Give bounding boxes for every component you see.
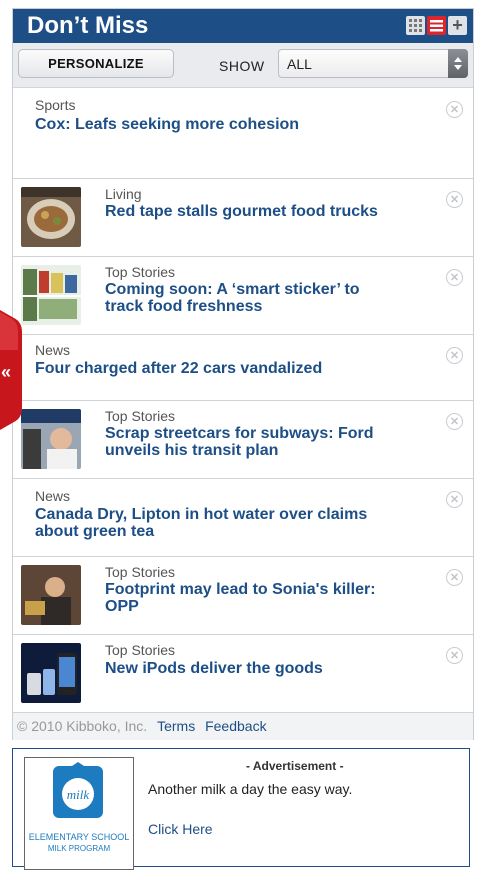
item-headline[interactable]: Red tape stalls gourmet food trucks (105, 203, 378, 220)
item-headline-line1[interactable]: Scrap streetcars for subways: Ford (105, 425, 374, 442)
item-headline-line1[interactable]: Coming soon: A ‘smart sticker’ to (105, 281, 360, 298)
advertisement: milk ELEMENTARY SCHOOL MILK PROGRAM - Ad… (12, 748, 470, 870)
ad-text: Another milk a day the easy way. (148, 781, 353, 797)
terms-link[interactable]: Terms (157, 718, 195, 734)
item-headline-line2[interactable]: about green tea (35, 523, 154, 540)
view-toggle-group: + (406, 16, 467, 35)
item-category: Top Stories (105, 642, 176, 658)
close-icon[interactable]: ✕ (446, 647, 463, 664)
list-item[interactable]: Top Stories New iPods deliver the goods … (13, 635, 473, 713)
item-category: Top Stories (105, 564, 176, 580)
item-headline[interactable]: Cox: Leafs seeking more cohesion (35, 116, 299, 133)
collapse-side-tab[interactable]: « (0, 310, 24, 430)
close-icon[interactable]: ✕ (446, 347, 463, 364)
item-category: Top Stories (105, 408, 176, 424)
svg-text:ELEMENTARY SCHOOL: ELEMENTARY SCHOOL (29, 832, 130, 842)
list-item[interactable]: Top Stories Coming soon: A ‘smart sticke… (13, 257, 473, 335)
item-headline[interactable]: New iPods deliver the goods (105, 660, 323, 677)
dont-miss-widget: Don’t Miss + PERSONALIZE SHOW ALL Sports… (12, 8, 474, 740)
ad-label: - Advertisement - (246, 759, 344, 773)
select-arrows-icon (448, 49, 468, 78)
ford-thumbnail[interactable] (21, 409, 81, 469)
list-item[interactable]: Top Stories Scrap streetcars for subways… (13, 401, 473, 479)
list-item[interactable]: News Canada Dry, Lipton in hot water ove… (13, 479, 473, 557)
item-category: News (35, 488, 71, 504)
item-headline-line1[interactable]: Canada Dry, Lipton in hot water over cla… (35, 506, 367, 523)
widget-toolbar: PERSONALIZE SHOW ALL (13, 43, 473, 88)
svg-text:«: « (1, 362, 11, 382)
item-category: Sports (35, 97, 76, 113)
food-thumbnail[interactable] (21, 187, 81, 247)
milk-program-logo[interactable]: milk ELEMENTARY SCHOOL MILK PROGRAM (24, 757, 134, 870)
item-headline-line2[interactable]: OPP (105, 598, 139, 615)
list-view-icon[interactable] (427, 16, 446, 35)
investigation-thumbnail[interactable] (21, 565, 81, 625)
close-icon[interactable]: ✕ (446, 413, 463, 430)
item-headline-line1[interactable]: Footprint may lead to Sonia's killer: (105, 581, 376, 598)
double-chevron-left-icon: « (0, 310, 22, 430)
ipod-thumbnail[interactable] (21, 643, 81, 703)
show-filter-select[interactable]: ALL (278, 49, 468, 78)
svg-text:milk: milk (67, 787, 90, 802)
widget-footer: © 2010 Kibboko, Inc. Terms Feedback (13, 713, 473, 740)
item-headline-line2[interactable]: unveils his transit plan (105, 442, 278, 459)
list-item[interactable]: Living Red tape stalls gourmet food truc… (13, 179, 473, 257)
feedback-link[interactable]: Feedback (205, 718, 266, 734)
close-icon[interactable]: ✕ (446, 569, 463, 586)
show-label: SHOW (219, 58, 265, 74)
grid-view-icon[interactable] (406, 16, 425, 35)
close-icon[interactable]: ✕ (446, 269, 463, 286)
fridge-thumbnail[interactable] (21, 265, 81, 325)
ad-link[interactable]: Click Here (148, 821, 213, 837)
personalize-button[interactable]: PERSONALIZE (18, 49, 174, 78)
close-icon[interactable]: ✕ (446, 491, 463, 508)
svg-text:MILK PROGRAM: MILK PROGRAM (48, 844, 111, 853)
item-category: Top Stories (105, 264, 176, 280)
show-filter-value: ALL (287, 56, 312, 72)
close-icon[interactable]: ✕ (446, 101, 463, 118)
close-icon[interactable]: ✕ (446, 191, 463, 208)
item-headline-line2[interactable]: track food freshness (105, 298, 262, 315)
widget-title: Don’t Miss (27, 12, 149, 39)
item-headline[interactable]: Four charged after 22 cars vandalized (35, 360, 322, 377)
copyright-text: © 2010 Kibboko, Inc. (17, 718, 148, 734)
widget-header: Don’t Miss + (13, 9, 473, 43)
list-item[interactable]: Sports Cox: Leafs seeking more cohesion … (13, 89, 473, 179)
item-category: Living (105, 186, 142, 202)
list-item[interactable]: News Four charged after 22 cars vandaliz… (13, 335, 473, 401)
item-category: News (35, 342, 71, 358)
list-item[interactable]: Top Stories Footprint may lead to Sonia'… (13, 557, 473, 635)
add-icon[interactable]: + (448, 16, 467, 35)
